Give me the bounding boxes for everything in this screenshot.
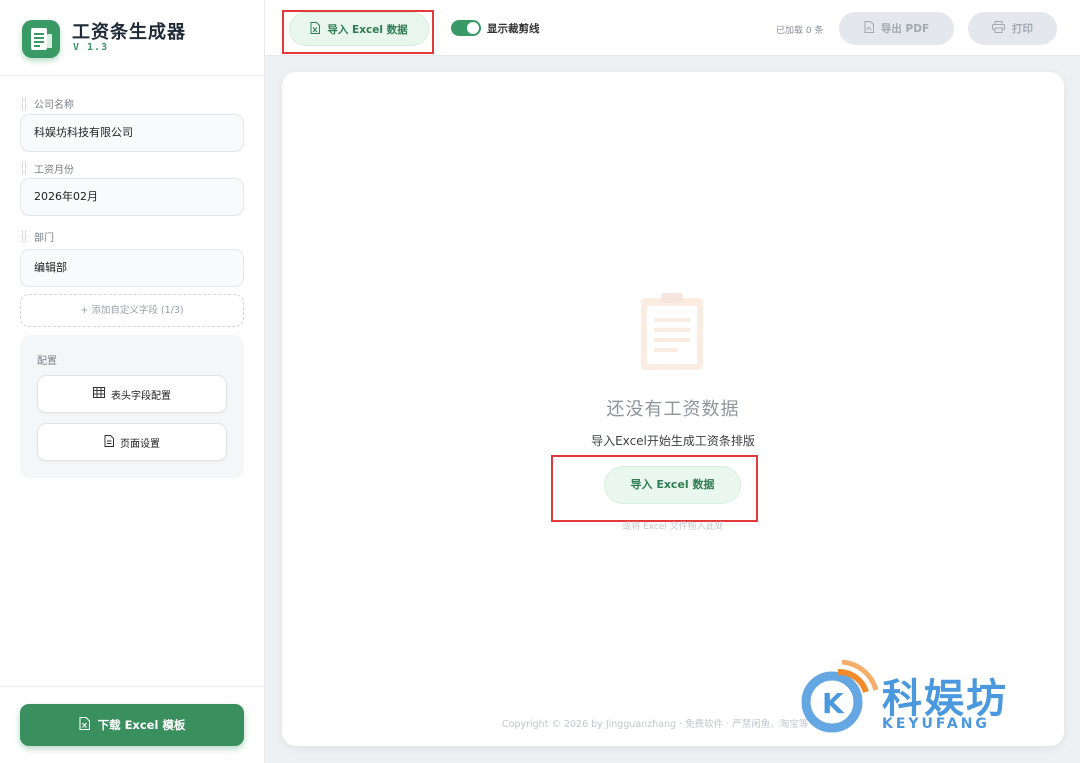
toolbar: 导入 Excel 数据 显示裁剪线 已加载 0 条 导出 PDF 打印 <box>265 0 1080 56</box>
print-button[interactable]: 打印 <box>968 12 1057 45</box>
sidebar: 工资条生成器 V 1.3 公司名称 科娱坊科技有限公司 工资月份 2026年02… <box>0 0 265 763</box>
highlight-box <box>282 10 434 54</box>
sidebar-footer: 下载 Excel 模板 <box>0 686 264 763</box>
document-icon <box>104 434 114 450</box>
table-icon <box>93 387 105 401</box>
highlight-box <box>551 455 758 522</box>
preview-area: 还没有工资数据 导入Excel开始生成工资条排版 导入 Excel 数据 或将 … <box>282 72 1064 746</box>
clipboard-icon <box>639 292 705 376</box>
app-version: V 1.3 <box>73 42 109 53</box>
add-custom-field-button[interactable]: + 添加自定义字段 (1/3) <box>20 294 244 327</box>
crop-lines-label: 显示裁剪线 <box>487 23 540 35</box>
empty-state-subtitle: 导入Excel开始生成工资条排版 <box>591 434 755 448</box>
config-panel: 配置 表头字段配置 页面设置 <box>20 335 244 478</box>
drag-handle-icon[interactable] <box>22 98 26 109</box>
salary-month-input[interactable]: 2026年02月 <box>20 178 244 216</box>
drag-handle-icon[interactable] <box>22 231 26 242</box>
crop-lines-toggle[interactable] <box>451 20 481 36</box>
department-label: 部门 <box>22 229 54 244</box>
company-name-label: 公司名称 <box>22 96 74 111</box>
svg-text:K: K <box>822 687 845 720</box>
copyright-footer: Copyright © 2026 by Jingguanzhang · 免费软件… <box>502 719 809 730</box>
app-logo-icon <box>22 20 60 58</box>
printer-icon <box>992 21 1005 36</box>
drag-handle-icon[interactable] <box>22 163 26 174</box>
salary-month-label: 工资月份 <box>22 161 74 176</box>
page-settings-button[interactable]: 页面设置 <box>37 423 227 461</box>
keyufang-watermark: K 科娱坊 KEYUFANG <box>798 660 1058 740</box>
brand-header: 工资条生成器 V 1.3 <box>0 0 264 76</box>
download-excel-template-button[interactable]: 下载 Excel 模板 <box>20 704 244 746</box>
export-pdf-button[interactable]: 导出 PDF <box>839 12 954 45</box>
header-field-config-button[interactable]: 表头字段配置 <box>37 375 227 413</box>
drop-hint: 或将 Excel 文件拖入此处 <box>622 522 724 532</box>
loaded-count: 已加载 0 条 <box>776 26 824 36</box>
company-name-input[interactable]: 科娱坊科技有限公司 <box>20 114 244 152</box>
empty-state-title: 还没有工资数据 <box>606 399 740 420</box>
app-title: 工资条生成器 <box>72 22 186 43</box>
keyufang-logo-icon: K <box>801 660 878 733</box>
pdf-file-icon <box>864 21 874 36</box>
watermark-subtext: KEYUFANG <box>882 716 990 732</box>
config-title: 配置 <box>37 356 57 367</box>
excel-file-icon <box>79 716 90 733</box>
department-input[interactable]: 编辑部 <box>20 249 244 287</box>
